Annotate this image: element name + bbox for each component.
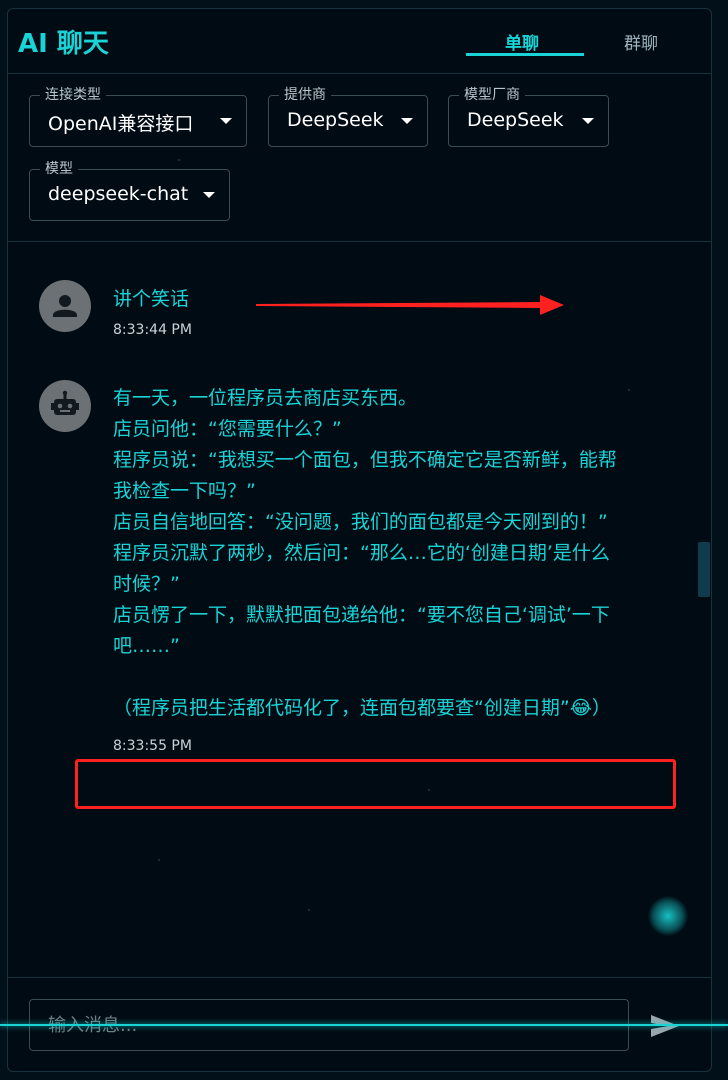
connection-type-value: OpenAI兼容接口 xyxy=(48,113,194,135)
red-arrow-annotation xyxy=(256,295,564,315)
provider-value: DeepSeek xyxy=(287,109,384,131)
assistant-avatar xyxy=(39,380,91,432)
message-line: 有一天，一位程序员去商店买东西。 xyxy=(113,387,418,409)
model-vendor-value: DeepSeek xyxy=(467,109,564,131)
user-message-text: 讲个笑话 xyxy=(113,288,190,310)
star-dot xyxy=(308,909,310,911)
message-line: 程序员沉默了两秒，然后问：“那么…它的‘创建日期’是什么 xyxy=(113,542,610,564)
accent-glow-line xyxy=(0,1024,728,1026)
star-dot xyxy=(428,789,430,791)
chevron-down-icon xyxy=(582,118,594,124)
chat-window: AI 聊天 单聊 群聊 连接类型 OpenAI兼容接口 提供商 DeepSeek… xyxy=(7,8,712,1072)
connection-type-select[interactable]: 连接类型 OpenAI兼容接口 xyxy=(29,84,247,147)
model-vendor-label: 模型厂商 xyxy=(459,84,525,104)
model-vendor-select[interactable]: 模型厂商 DeepSeek xyxy=(448,84,609,147)
divider xyxy=(8,241,711,242)
send-icon[interactable] xyxy=(648,1009,682,1043)
message-line: 时候？” xyxy=(113,573,180,595)
assistant-message-text: 有一天，一位程序员去商店买东西。 店员问他：“您需要什么？” 程序员说：“我想买… xyxy=(113,383,683,724)
glow-orb xyxy=(648,896,688,936)
model-value: deepseek-chat xyxy=(48,183,189,205)
message-line: 程序员说：“我想买一个面包，但我不确定它是否新鲜，能帮 xyxy=(113,449,617,471)
user-avatar xyxy=(39,280,91,332)
message-line: 店员问他：“您需要什么？” xyxy=(113,418,342,440)
message-line xyxy=(113,662,683,693)
model-select[interactable]: 模型 deepseek-chat xyxy=(29,158,230,221)
tab-single-chat[interactable]: 单聊 xyxy=(505,29,539,54)
divider xyxy=(8,977,711,978)
provider-select[interactable]: 提供商 DeepSeek xyxy=(268,84,428,147)
user-icon xyxy=(53,295,77,317)
message-time: 8:33:55 PM xyxy=(113,738,192,754)
red-box-annotation xyxy=(75,759,676,809)
chevron-down-icon xyxy=(203,192,215,198)
message-time: 8:33:44 PM xyxy=(113,322,192,338)
chevron-down-icon xyxy=(401,118,413,124)
provider-label: 提供商 xyxy=(279,84,331,104)
chevron-down-icon xyxy=(220,118,232,124)
active-tab-indicator xyxy=(466,53,584,56)
robot-icon xyxy=(51,390,79,415)
header: AI 聊天 单聊 群聊 xyxy=(8,9,711,74)
star-dot xyxy=(158,859,160,861)
message-line: 吧……” xyxy=(113,635,180,657)
message-line: 我检查一下吗？” xyxy=(113,480,256,502)
message-line: 店员愣了一下，默默把面包递给他：“要不您自己‘调试’一下 xyxy=(113,604,610,626)
star-dot xyxy=(628,389,630,391)
app-title: AI 聊天 xyxy=(18,29,109,59)
model-label: 模型 xyxy=(40,158,78,178)
connection-type-label: 连接类型 xyxy=(40,84,106,104)
message-line: （程序员把生活都代码化了，连面包都要查“创建日期”😂） xyxy=(113,697,611,719)
star-dot xyxy=(178,159,180,161)
tab-group-chat[interactable]: 群聊 xyxy=(624,29,658,54)
message-line: 店员自信地回答：“没问题，我们的面包都是今天刚到的！” xyxy=(113,511,608,533)
scrollbar[interactable] xyxy=(698,542,710,597)
